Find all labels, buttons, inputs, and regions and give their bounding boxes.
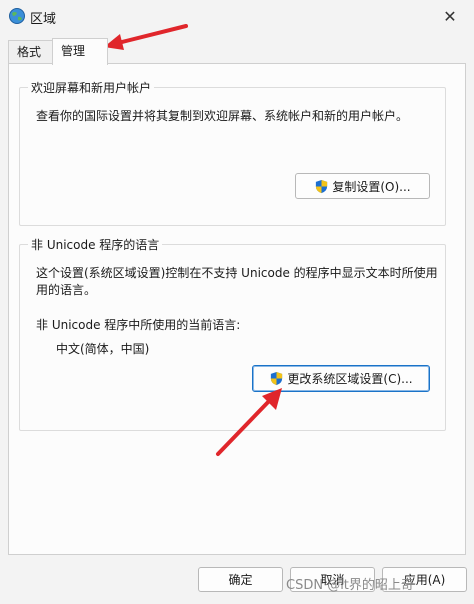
watermark: CSDN @it界的昭上奇: [286, 578, 414, 593]
tab-administrative[interactable]: 管理: [52, 38, 108, 65]
welcome-screen-group: 欢迎屏幕和新用户帐户 查看你的国际设置并将其复制到欢迎屏幕、系统帐户和新的用户帐…: [19, 79, 446, 226]
non-unicode-description-line1: 这个设置(系统区域设置)控制在不支持 Unicode 的程序中显示文本时所使用: [36, 266, 438, 280]
non-unicode-group-legend: 非 Unicode 程序的语言: [28, 236, 163, 253]
change-system-locale-button[interactable]: 更改系统区域设置(C)...: [252, 365, 430, 392]
title-bar: 区域 ✕: [0, 0, 474, 32]
current-language-label: 非 Unicode 程序中所使用的当前语言:: [36, 318, 241, 332]
non-unicode-group: 非 Unicode 程序的语言 这个设置(系统区域设置)控制在不支持 Unico…: [19, 236, 446, 431]
uac-shield-icon: [316, 179, 328, 193]
non-unicode-description-line2: 用的语言。: [36, 283, 97, 297]
close-icon: ✕: [443, 6, 457, 26]
window-title: 区域: [30, 12, 57, 27]
copy-settings-label: 复制设置(O)...: [332, 179, 411, 194]
copy-settings-button[interactable]: 复制设置(O)...: [295, 173, 430, 199]
current-language-value: 中文(简体，中国): [56, 342, 150, 356]
tab-panel-administrative: 欢迎屏幕和新用户帐户 查看你的国际设置并将其复制到欢迎屏幕、系统帐户和新的用户帐…: [8, 63, 466, 555]
uac-shield-icon: [271, 371, 283, 386]
welcome-group-legend: 欢迎屏幕和新用户帐户: [28, 79, 155, 96]
change-system-locale-label: 更改系统区域设置(C)...: [287, 372, 413, 386]
ok-button[interactable]: 确定: [198, 567, 283, 592]
close-button[interactable]: ✕: [432, 4, 468, 28]
globe-icon: [9, 8, 25, 24]
welcome-group-description: 查看你的国际设置并将其复制到欢迎屏幕、系统帐户和新的用户帐户。: [36, 109, 409, 123]
